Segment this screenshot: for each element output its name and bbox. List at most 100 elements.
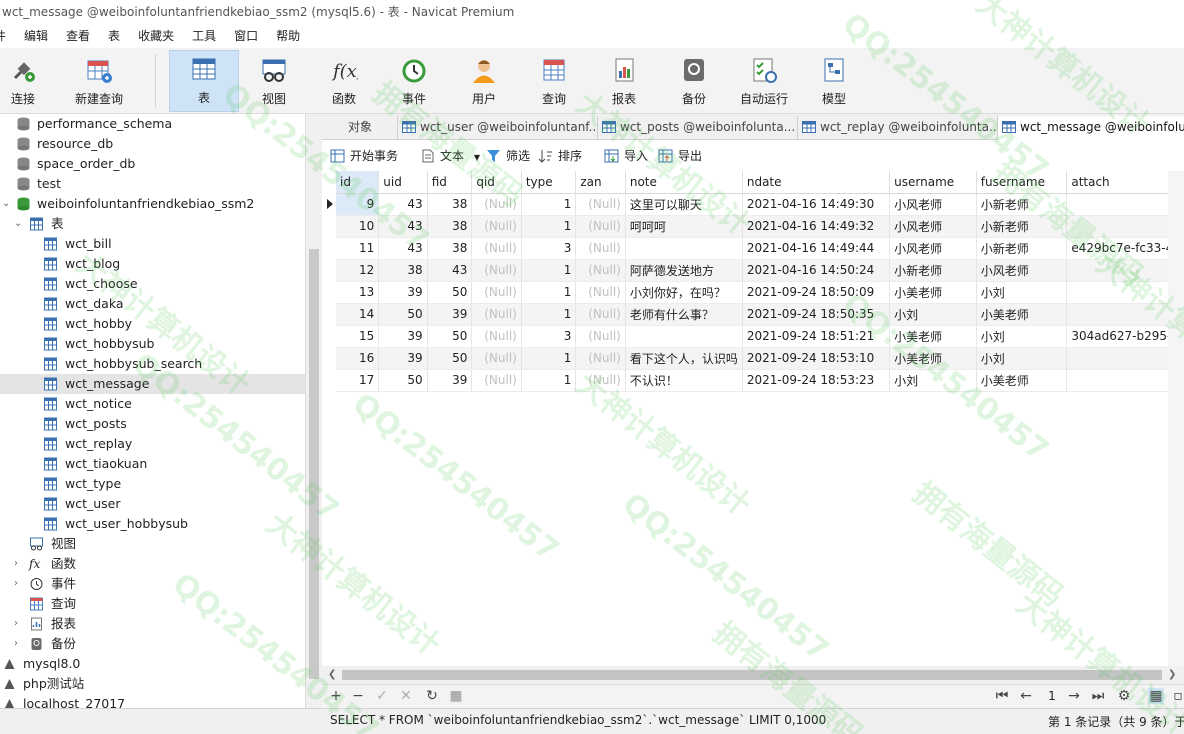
cell-qid[interactable]: (Null)	[471, 215, 522, 238]
previous-page-icon[interactable]: ←	[1018, 688, 1034, 704]
tree-scrollbar-thumb[interactable]	[309, 249, 319, 679]
table-row[interactable]: 10 43 38 (Null) 1 (Null) 呵呵呵 2021-04-16 14:49:3…	[336, 215, 1184, 238]
menu-table[interactable]: 表	[99, 24, 129, 48]
scroll-left-icon[interactable]: ❮	[328, 669, 336, 680]
menu-favorites[interactable]: 收藏夹	[129, 24, 183, 48]
backup-button[interactable]: 备份	[659, 52, 729, 112]
cell-type[interactable]: 3	[521, 325, 577, 348]
cell-fusername[interactable]: 小新老师	[976, 237, 1068, 260]
refresh-icon[interactable]: ↻	[424, 688, 440, 704]
cell-fid[interactable]: 50	[427, 325, 473, 348]
cell-attach[interactable]	[1066, 259, 1184, 282]
menu-help[interactable]: 帮助	[267, 24, 309, 48]
column-header-username[interactable]: username	[889, 171, 977, 194]
menu-file[interactable]: 件	[0, 24, 15, 48]
export-button[interactable]: 导出	[658, 147, 702, 165]
tree-table-wct-type[interactable]: wct_type	[0, 474, 305, 494]
tree-table-wct-tiaokuan[interactable]: wct_tiaokuan	[0, 454, 305, 474]
tree-conn-mysql8[interactable]: mysql8.0	[0, 654, 305, 674]
cell-id[interactable]: 9	[336, 193, 380, 216]
apply-changes-icon[interactable]: ✓	[374, 688, 390, 704]
column-header-type[interactable]: type	[521, 171, 577, 194]
tree-db-weiboinfoluntanfriendkebiao-ssm2[interactable]: ⌄ weiboinfoluntanfriendkebiao_ssm2	[0, 194, 305, 214]
cell-fusername[interactable]: 小风老师	[976, 259, 1068, 282]
column-header-uid[interactable]: uid	[378, 171, 428, 194]
cell-fid[interactable]: 43	[427, 259, 473, 282]
cell-qid[interactable]: (Null)	[471, 347, 522, 370]
cell-note[interactable]	[625, 237, 743, 260]
chevron-down-icon[interactable]: ⌄	[14, 214, 24, 234]
tab-wct-replay[interactable]: wct_replay @weiboinfolunta...	[798, 116, 998, 140]
chevron-right-icon[interactable]: ›	[14, 634, 24, 654]
cell-zan[interactable]: (Null)	[575, 369, 626, 392]
cell-fid[interactable]: 38	[427, 237, 473, 260]
cell-zan[interactable]: (Null)	[575, 237, 626, 260]
cell-username[interactable]: 小美老师	[889, 325, 977, 348]
report-button[interactable]: 报表	[589, 52, 659, 112]
model-button[interactable]: 模型	[799, 52, 869, 112]
grid-view-icon[interactable]: ▦	[1148, 688, 1164, 704]
user-button[interactable]: 用户	[449, 52, 519, 112]
cell-ndate[interactable]: 2021-09-24 18:51:21	[742, 325, 891, 348]
cell-ndate[interactable]: 2021-09-24 18:53:10	[742, 347, 891, 370]
cell-note[interactable]: 呵呵呵	[625, 215, 743, 238]
cell-ndate[interactable]: 2021-04-16 14:49:44	[742, 237, 891, 260]
column-header-zan[interactable]: zan	[575, 171, 626, 194]
delete-record-icon[interactable]: −	[350, 688, 366, 704]
cell-zan[interactable]: (Null)	[575, 281, 626, 304]
cell-username[interactable]: 小美老师	[889, 281, 977, 304]
chevron-right-icon[interactable]: ›	[14, 614, 24, 634]
cell-note[interactable]	[625, 325, 743, 348]
tree-group-functions[interactable]: › fx 函数	[0, 554, 305, 574]
cell-zan[interactable]: (Null)	[575, 215, 626, 238]
cell-qid[interactable]: (Null)	[471, 281, 522, 304]
tree-group-tables[interactable]: ⌄ 表	[0, 214, 305, 234]
column-header-attach[interactable]: attach	[1066, 171, 1184, 194]
tree-group-backups[interactable]: › 备份	[0, 634, 305, 654]
cell-uid[interactable]: 50	[378, 303, 428, 326]
cell-zan[interactable]: (Null)	[575, 193, 626, 216]
cell-fusername[interactable]: 小刘	[976, 281, 1068, 304]
tree-table-wct-hobbysub-search[interactable]: wct_hobbysub_search	[0, 354, 305, 374]
cell-username[interactable]: 小美老师	[889, 347, 977, 370]
cell-username[interactable]: 小风老师	[889, 237, 977, 260]
form-view-icon[interactable]: ▫	[1170, 688, 1184, 704]
menu-window[interactable]: 窗口	[225, 24, 267, 48]
cell-attach[interactable]: 304ad627-b295-4	[1066, 325, 1184, 348]
cell-id[interactable]: 11	[336, 237, 380, 260]
cell-ndate[interactable]: 2021-09-24 18:50:35	[742, 303, 891, 326]
cell-note[interactable]: 不认识！	[625, 369, 743, 392]
cell-qid[interactable]: (Null)	[471, 193, 522, 216]
cell-ndate[interactable]: 2021-04-16 14:49:32	[742, 215, 891, 238]
cell-id[interactable]: 14	[336, 303, 380, 326]
tree-table-wct-message[interactable]: wct_message	[0, 374, 305, 394]
tree-group-events[interactable]: › 事件	[0, 574, 305, 594]
tab-objects[interactable]: 对象	[322, 116, 398, 140]
table-row[interactable]: 11 43 38 (Null) 3 (Null) 2021-04-16 14:49:44 小风…	[336, 237, 1184, 260]
chevron-right-icon[interactable]: ›	[14, 574, 24, 594]
cell-type[interactable]: 1	[521, 303, 577, 326]
cell-uid[interactable]: 50	[378, 369, 428, 392]
cell-uid[interactable]: 38	[378, 259, 428, 282]
cell-uid[interactable]: 43	[378, 193, 428, 216]
tree-group-views[interactable]: 视图	[0, 534, 305, 554]
cell-zan[interactable]: (Null)	[575, 347, 626, 370]
cell-qid[interactable]: (Null)	[471, 259, 522, 282]
scroll-right-icon[interactable]: ❯	[1168, 669, 1176, 680]
cell-type[interactable]: 1	[521, 215, 577, 238]
cell-type[interactable]: 1	[521, 369, 577, 392]
begin-transaction-button[interactable]: 开始事务	[330, 147, 398, 165]
cell-type[interactable]: 1	[521, 347, 577, 370]
cell-username[interactable]: 小风老师	[889, 215, 977, 238]
cell-ndate[interactable]: 2021-09-24 18:50:09	[742, 281, 891, 304]
tree-table-wct-choose[interactable]: wct_choose	[0, 274, 305, 294]
column-header-id[interactable]: id	[336, 171, 380, 194]
table-row[interactable]: 14 50 39 (Null) 1 (Null) 老师有什么事？ 2021-09-24 18:…	[336, 303, 1184, 326]
query-button[interactable]: 查询	[519, 52, 589, 112]
cell-fid[interactable]: 50	[427, 281, 473, 304]
cell-uid[interactable]: 43	[378, 237, 428, 260]
column-header-qid[interactable]: qid	[471, 171, 522, 194]
cell-fid[interactable]: 39	[427, 303, 473, 326]
discard-changes-icon[interactable]: ✕	[398, 688, 414, 704]
import-button[interactable]: 导入	[604, 147, 648, 165]
